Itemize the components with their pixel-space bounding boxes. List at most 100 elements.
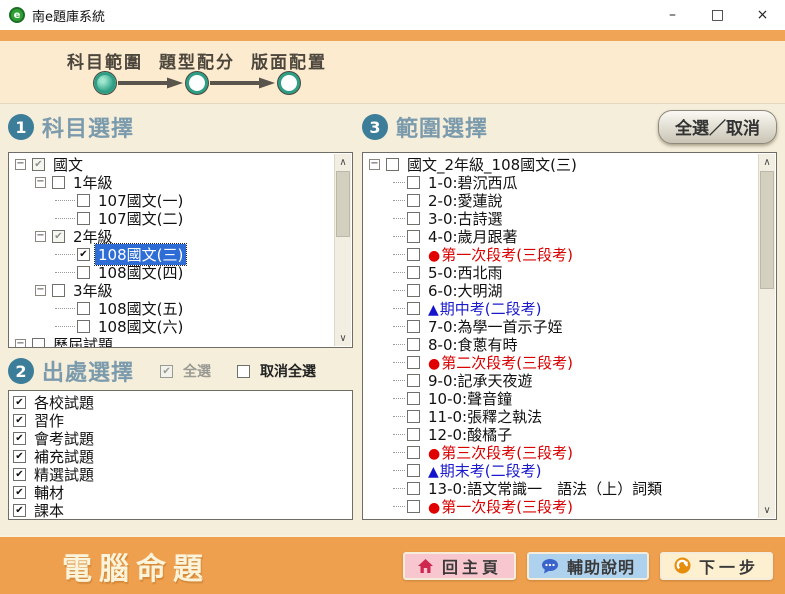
range-tree-row[interactable]: 10-0:聲音鐘 bbox=[363, 389, 776, 407]
select-all-option[interactable]: ✔ 全選 bbox=[158, 361, 211, 381]
scrollbar-thumb[interactable] bbox=[760, 171, 774, 289]
scroll-down-button[interactable]: ∨ bbox=[759, 502, 775, 518]
source-checkbox[interactable]: ✔ bbox=[13, 504, 26, 517]
range-tree-row[interactable]: ●第一次段考(三段考) bbox=[363, 245, 776, 263]
tree-checkbox[interactable] bbox=[407, 212, 420, 225]
home-button[interactable]: 回主頁 bbox=[403, 552, 516, 580]
close-button[interactable]: × bbox=[740, 0, 785, 30]
range-tree-row[interactable]: 4-0:歲月跟著 bbox=[363, 227, 776, 245]
tree-checkbox[interactable] bbox=[407, 320, 420, 333]
tree-checkbox[interactable] bbox=[52, 284, 65, 297]
range-tree-row[interactable]: ●第二次段考(三段考) bbox=[363, 353, 776, 371]
range-tree-row[interactable]: ▲期中考(二段考) bbox=[363, 299, 776, 317]
tree-checkbox[interactable] bbox=[407, 284, 420, 297]
range-tree-row[interactable]: 12-0:酸橘子 bbox=[363, 425, 776, 443]
maximize-button[interactable]: □ bbox=[695, 0, 740, 30]
range-tree-row[interactable]: ●第三次段考(三段考) bbox=[363, 443, 776, 461]
subject-tree-row[interactable]: 108國文(五) bbox=[9, 299, 352, 317]
expand-toggle-icon[interactable]: − bbox=[15, 159, 26, 170]
tree-checkbox[interactable] bbox=[407, 374, 420, 387]
next-step-button[interactable]: 下一步 bbox=[660, 552, 773, 580]
scrollbar[interactable]: ∧∨ bbox=[334, 154, 351, 346]
range-tree-row[interactable]: 6-0:大明湖 bbox=[363, 281, 776, 299]
tree-item-label[interactable]: ●第一次段考(三段考) bbox=[425, 496, 576, 517]
expand-toggle-icon[interactable]: − bbox=[35, 285, 46, 296]
select-all-checkbox[interactable]: ✔ bbox=[160, 365, 173, 378]
tree-checkbox[interactable] bbox=[77, 194, 90, 207]
scroll-up-button[interactable]: ∧ bbox=[759, 154, 775, 170]
tree-checkbox[interactable] bbox=[407, 266, 420, 279]
minimize-button[interactable]: – bbox=[650, 0, 695, 30]
tree-checkbox[interactable] bbox=[407, 482, 420, 495]
range-tree-row[interactable]: 3-0:古詩選 bbox=[363, 209, 776, 227]
range-tree-row[interactable]: 1-0:碧沉西瓜 bbox=[363, 173, 776, 191]
tree-checkbox[interactable] bbox=[407, 302, 420, 315]
source-item-label[interactable]: 課本 bbox=[31, 500, 67, 521]
range-tree-row[interactable]: ▲期末考(二段考) bbox=[363, 461, 776, 479]
subject-tree-row[interactable]: ✔108國文(三) bbox=[9, 245, 352, 263]
subject-tree-row[interactable]: 107國文(二) bbox=[9, 209, 352, 227]
scroll-down-button[interactable]: ∨ bbox=[335, 330, 351, 346]
tree-checkbox[interactable] bbox=[407, 500, 420, 513]
tree-checkbox[interactable]: ✔ bbox=[77, 248, 90, 261]
deselect-all-checkbox[interactable] bbox=[237, 365, 250, 378]
tree-checkbox[interactable] bbox=[407, 176, 420, 189]
source-list-item[interactable]: ✔補充試題 bbox=[9, 447, 352, 465]
tree-item-label[interactable]: 歷屆試題 bbox=[50, 334, 116, 349]
tree-checkbox[interactable]: ✔ bbox=[32, 158, 45, 171]
scroll-up-button[interactable]: ∧ bbox=[335, 154, 351, 170]
tree-checkbox[interactable] bbox=[407, 410, 420, 423]
deselect-all-option[interactable]: 取消全選 bbox=[235, 361, 316, 381]
source-list-item[interactable]: ✔ 課本 bbox=[9, 501, 352, 519]
expand-toggle-icon[interactable]: − bbox=[15, 339, 26, 349]
source-checkbox[interactable]: ✔ bbox=[13, 468, 26, 481]
tree-checkbox[interactable] bbox=[77, 320, 90, 333]
expand-toggle-icon[interactable]: − bbox=[369, 159, 380, 170]
subject-tree-row[interactable]: −✔2年級 bbox=[9, 227, 352, 245]
range-tree-row[interactable]: 11-0:張釋之執法 bbox=[363, 407, 776, 425]
source-list-item[interactable]: ✔輔材 bbox=[9, 483, 352, 501]
source-list-item[interactable]: ✔習作 bbox=[9, 411, 352, 429]
subject-tree-row[interactable]: −1年級 bbox=[9, 173, 352, 191]
source-list-item[interactable]: ✔各校試題 bbox=[9, 393, 352, 411]
tree-checkbox[interactable] bbox=[407, 248, 420, 261]
range-tree-row[interactable]: −國文_2年級_108國文(三) bbox=[363, 155, 776, 173]
source-checkbox[interactable]: ✔ bbox=[13, 432, 26, 445]
tree-checkbox[interactable] bbox=[32, 338, 45, 349]
expand-toggle-icon[interactable]: − bbox=[35, 177, 46, 188]
scrollbar-thumb[interactable] bbox=[336, 171, 350, 237]
source-checkbox[interactable]: ✔ bbox=[13, 450, 26, 463]
tree-checkbox[interactable] bbox=[407, 356, 420, 369]
tree-checkbox[interactable] bbox=[52, 176, 65, 189]
source-checkbox[interactable]: ✔ bbox=[13, 486, 26, 499]
source-checkbox[interactable]: ✔ bbox=[13, 414, 26, 427]
help-button[interactable]: 輔助說明 bbox=[527, 552, 649, 580]
tree-checkbox[interactable] bbox=[386, 158, 399, 171]
tree-checkbox[interactable] bbox=[407, 338, 420, 351]
subject-tree-row[interactable]: 108國文(四) bbox=[9, 263, 352, 281]
tree-checkbox[interactable] bbox=[77, 212, 90, 225]
tree-checkbox[interactable] bbox=[407, 230, 420, 243]
tree-checkbox[interactable] bbox=[407, 392, 420, 405]
range-tree-row[interactable]: 8-0:食蔥有時 bbox=[363, 335, 776, 353]
subject-tree-row[interactable]: −✔國文 bbox=[9, 155, 352, 173]
expand-toggle-icon[interactable]: − bbox=[35, 231, 46, 242]
subject-tree-row[interactable]: 108國文(六) bbox=[9, 317, 352, 335]
tree-checkbox[interactable] bbox=[77, 302, 90, 315]
tree-checkbox[interactable] bbox=[407, 446, 420, 459]
source-list-item[interactable]: ✔會考試題 bbox=[9, 429, 352, 447]
select-toggle-all-button[interactable]: 全選／取消 bbox=[658, 110, 777, 144]
tree-checkbox[interactable]: ✔ bbox=[52, 230, 65, 243]
subject-tree-row[interactable]: −3年級 bbox=[9, 281, 352, 299]
scrollbar[interactable]: ∧∨ bbox=[758, 154, 775, 518]
tree-checkbox[interactable] bbox=[407, 194, 420, 207]
subject-tree-row[interactable]: − 歷屆試題 bbox=[9, 335, 352, 348]
range-tree-row[interactable]: 2-0:愛蓮說 bbox=[363, 191, 776, 209]
range-tree-row[interactable]: 7-0:為學一首示子姪 bbox=[363, 317, 776, 335]
tree-checkbox[interactable] bbox=[407, 464, 420, 477]
range-tree-row[interactable]: 5-0:西北雨 bbox=[363, 263, 776, 281]
range-tree-row[interactable]: ●第一次段考(三段考) bbox=[363, 497, 776, 515]
tree-checkbox[interactable] bbox=[77, 266, 90, 279]
range-tree-row[interactable]: 13-0:語文常識一 語法（上）詞類 bbox=[363, 479, 776, 497]
tree-checkbox[interactable] bbox=[407, 428, 420, 441]
